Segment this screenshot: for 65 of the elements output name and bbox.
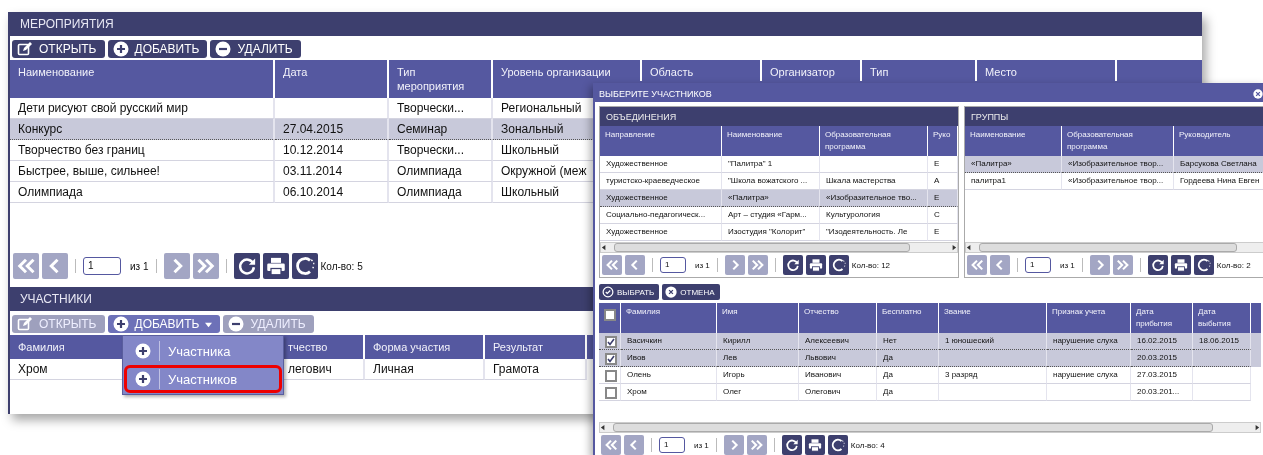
table-cell: Львович: [799, 350, 877, 367]
table-cell: «Изобразительное тво...: [820, 190, 928, 207]
table-cell: Быстрее, выше, сильнее!: [10, 161, 275, 182]
table-cell: Грамота: [485, 359, 587, 380]
table-cell: Олимпиада: [389, 161, 493, 182]
table-cell: 06.10.2014: [275, 182, 389, 203]
page-total: из 1: [1060, 260, 1075, 270]
table-cell: нарушение слуха: [1047, 367, 1131, 384]
table-cell: Хром: [621, 384, 717, 401]
record-count: Кол-во: 5: [320, 260, 363, 272]
table-cell: «Изобразительное твор...: [1062, 156, 1174, 173]
table-cell: Барсукова Светлана: [1174, 156, 1263, 173]
table-cell: 27.03.2015: [1131, 367, 1193, 384]
table-cell: Олегович: [799, 384, 877, 401]
table-cell: Творчество без границ: [10, 140, 275, 161]
table-cell: Олег: [717, 384, 799, 401]
record-count: Кол-во: 4: [850, 440, 885, 450]
table-cell: Олень: [621, 367, 717, 384]
page-total: из 1: [694, 440, 709, 450]
table-cell: 20.03.2015: [1131, 350, 1193, 367]
table-cell: Социально-педагогическ...: [600, 207, 722, 224]
table-cell: Культурология: [820, 207, 928, 224]
panel-title: МЕРОПРИЯТИЯ: [10, 12, 1202, 36]
table-cell: Личная: [365, 359, 485, 380]
table-cell: «Палитра»: [965, 156, 1062, 173]
table-cell: 03.11.2014: [275, 161, 389, 182]
table-cell: Е: [928, 156, 958, 173]
table-cell: Игорь: [717, 367, 799, 384]
table-cell: палитра1: [965, 173, 1062, 190]
table-cell: Да: [877, 367, 939, 384]
table-cell: Художественное: [600, 156, 722, 173]
table-cell: Гордеева Нина Евген: [1174, 173, 1263, 190]
table-cell: 3 разряд: [939, 367, 1047, 384]
table-cell: Конкурс: [10, 119, 275, 140]
page-total: из 1: [130, 260, 149, 272]
table-cell: 20.03.201...: [1131, 384, 1193, 401]
table-cell: «Изобразительное твор...: [1062, 173, 1174, 190]
table-cell: Художественное: [600, 190, 722, 207]
table-cell: "Изодеятельность. Ле: [820, 224, 928, 241]
table-cell: «Палитра»: [722, 190, 820, 207]
table-cell: Олимпиада: [389, 182, 493, 203]
table-cell: Ивов: [621, 350, 717, 367]
table-cell: С: [928, 207, 958, 224]
table-cell: Е: [928, 190, 958, 207]
table-cell: Иванович: [799, 367, 877, 384]
record-count: Кол-во: 12: [851, 260, 891, 270]
table-cell: 27.04.2015: [275, 119, 389, 140]
table-cell: Творчески...: [389, 140, 493, 161]
table-cell: Художественное: [600, 224, 722, 241]
panel-title: ГРУППЫ: [965, 107, 1263, 126]
table-cell: Да: [877, 350, 939, 367]
table-cell: "Палитра" 1: [722, 156, 820, 173]
table-cell: 10.12.2014: [275, 140, 389, 161]
page-total: из 1: [695, 260, 710, 270]
record-count: Кол-во: 2: [1216, 260, 1251, 270]
table-cell: Лев: [717, 350, 799, 367]
table-cell: Олимпиада: [10, 182, 275, 203]
table-cell: легович: [280, 359, 365, 380]
table-cell: Семинар: [389, 119, 493, 140]
table-cell: Изостудия "Колорит": [722, 224, 820, 241]
table-cell: Е: [928, 224, 958, 241]
table-cell: Арт – студия «Гарм...: [722, 207, 820, 224]
panel-title: ОБЪЕДИНЕНИЯ: [600, 107, 958, 126]
table-cell: Да: [877, 384, 939, 401]
dialog-title: ВЫБЕРИТЕ УЧАСТНИКОВ: [599, 88, 712, 99]
